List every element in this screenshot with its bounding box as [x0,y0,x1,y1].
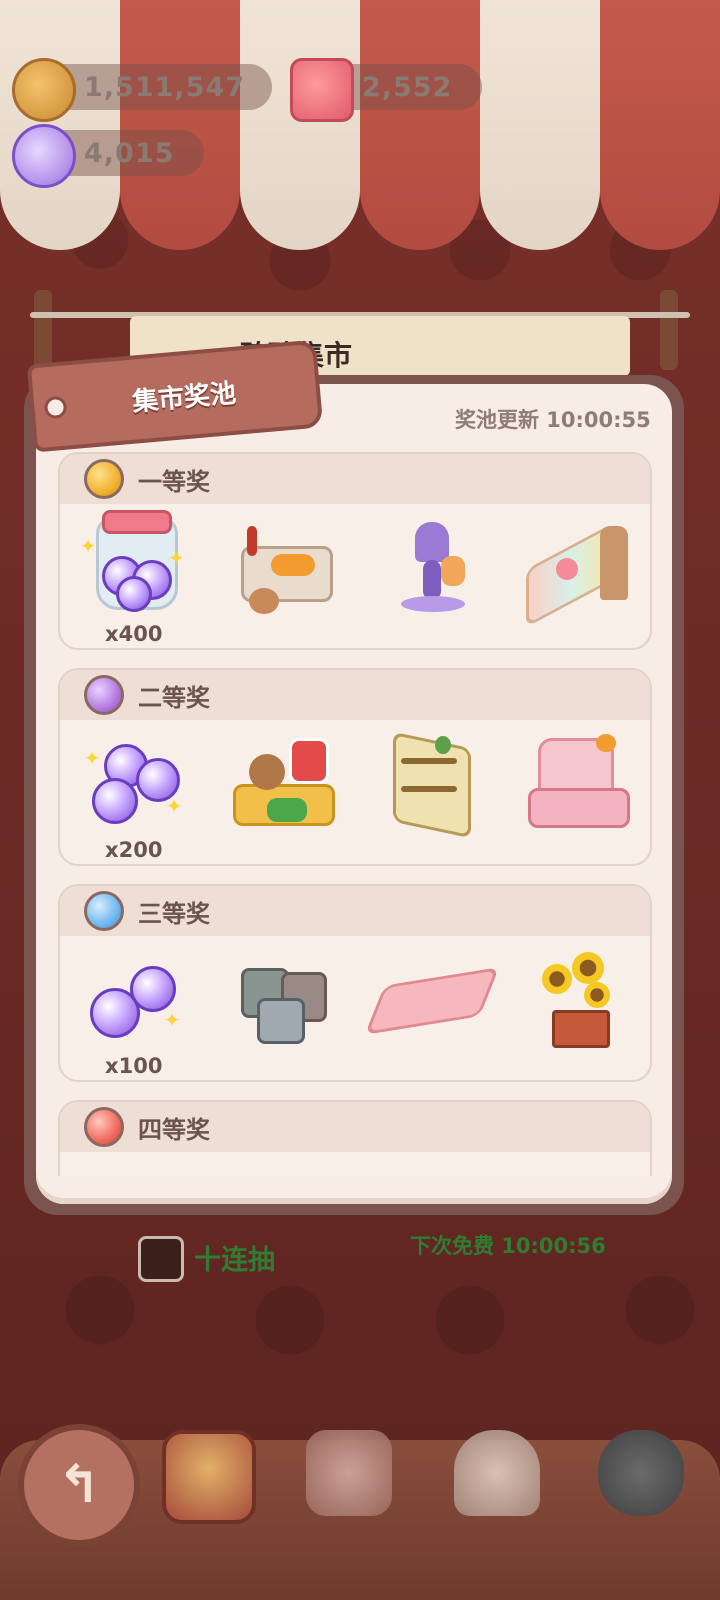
panel-title: 集市奖池 [131,378,238,418]
prize-item[interactable] [364,948,500,1068]
prize-quantity: x100 [105,1054,163,1078]
gem-pair-icon: ✦ [80,948,188,1048]
tier-name: 三等奖 [138,899,210,928]
tier-second-prize: 二等奖 ✦ ✦ x200 [58,668,652,866]
cookie-icon [12,58,76,122]
tag-hole [43,395,68,420]
tier-name: 二等奖 [138,683,210,712]
gem-icon [12,124,76,188]
prize-item[interactable] [516,516,636,636]
tier-header: 一等奖 [60,454,650,504]
bunny-shop-icon[interactable] [306,1430,392,1516]
prize-quantity: x400 [105,622,163,646]
prize-item[interactable] [369,731,489,852]
ten-pull-checkbox[interactable] [138,1236,184,1282]
blue-orb-icon [84,891,124,931]
prize-item[interactable]: ✦ x100 [74,948,194,1078]
awning [0,0,720,250]
sunflower-planter-icon [522,948,630,1048]
pool-refresh-timer: 奖池更新 10:00:55 [455,408,651,432]
prize-item[interactable] [369,516,489,636]
market-stall-icon[interactable] [162,1430,256,1524]
pink-rug-icon [364,948,500,1048]
candy-currency[interactable]: 2,552 [290,58,482,122]
gold-orb-icon [84,459,124,499]
prize-quantity: x200 [105,838,163,862]
candy-icon [290,58,354,122]
back-arrow-icon: ↰ [57,1455,101,1515]
gem-currency[interactable]: 4,015 [12,124,204,188]
prize-item[interactable] [516,732,636,852]
ten-pull-label[interactable]: 十连抽 [194,1238,275,1277]
tier-header: 三等奖 [60,886,650,936]
cat-tower-furniture-icon [375,516,483,616]
red-orb-icon [84,1107,124,1147]
tier-third-prize: 三等奖 ✦ x100 [58,884,652,1082]
tier-header: 二等奖 [60,670,650,720]
pink-vanity-furniture-icon [522,732,631,832]
tier-first-prize: 一等奖 ✦ ✦ x400 [58,452,652,650]
cookie-currency[interactable]: 1,511,547 [12,58,272,122]
gem-amount: 4,015 [84,137,175,169]
prize-item[interactable] [221,732,341,852]
gem-bundle-icon: ✦ ✦ [80,732,188,832]
tier-header: 四等奖 [60,1102,650,1152]
tier-name: 一等奖 [138,467,210,496]
prize-item[interactable] [221,948,341,1068]
paint-cans-icon [227,948,335,1048]
pastel-slide-furniture-icon [522,516,630,628]
purple-orb-icon [84,675,124,715]
dark-cat-shop-icon[interactable] [598,1430,684,1516]
tier-fourth-prize: 四等奖 [58,1100,652,1176]
bookshelf-lights-furniture-icon [375,731,483,839]
teddy-bear-gift-pile-icon [227,732,336,832]
gem-jar-icon: ✦ ✦ [80,510,188,616]
mushroom-house-icon[interactable] [454,1430,540,1516]
prize-item[interactable]: ✦ ✦ x400 [74,510,194,646]
prize-item[interactable] [221,516,341,636]
cookie-amount: 1,511,547 [84,71,246,103]
bbq-grill-furniture-icon [227,516,335,616]
tier-name: 四等奖 [138,1115,210,1144]
candy-amount: 2,552 [362,71,453,103]
prize-item[interactable] [516,948,636,1068]
tier-list[interactable]: 一等奖 ✦ ✦ x400 二等奖 ✦ ✦ x200 三等奖 ✦ x100 四等奖 [58,452,652,1176]
prize-item[interactable]: ✦ ✦ x200 [74,732,194,862]
back-button[interactable]: ↰ [18,1424,140,1546]
next-free-timer: 下次免费 10:00:56 [410,1234,606,1258]
